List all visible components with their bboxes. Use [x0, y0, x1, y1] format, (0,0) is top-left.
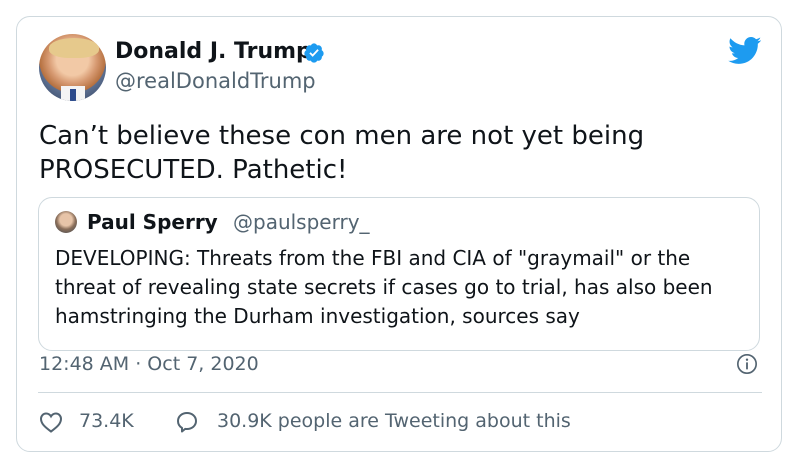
author-handle[interactable]: @realDonaldTrump	[115, 69, 316, 93]
actions-divider	[38, 392, 762, 393]
info-icon[interactable]	[736, 353, 758, 375]
quoted-text-line: hamstringing the Durham investigation, s…	[55, 304, 580, 328]
quoted-author-name: Paul Sperry	[87, 210, 218, 234]
twitter-bird-icon[interactable]	[728, 37, 762, 65]
tweet-timestamp[interactable]: 12:48 AM · Oct 7, 2020	[39, 353, 259, 375]
tweet-text-line: Can’t believe these con men are not yet …	[39, 121, 645, 151]
quoted-tweet-text: DEVELOPING: Threats from the FBI and CIA…	[55, 244, 751, 331]
like-count[interactable]: 73.4K	[79, 410, 134, 432]
tweet-card: Donald J. Trump @realDonaldTrump Can’t b…	[16, 16, 782, 452]
avatar-hair	[49, 38, 99, 58]
quoted-author-handle: @paulsperry_	[233, 210, 370, 234]
author-name[interactable]: Donald J. Trump	[115, 39, 312, 64]
quoted-text-line: DEVELOPING: Threats from the FBI and CIA…	[55, 246, 691, 270]
tweeting-about-text[interactable]: 30.9K people are Tweeting about this	[217, 410, 571, 432]
heart-icon[interactable]	[39, 411, 63, 433]
author-avatar[interactable]	[39, 34, 106, 101]
verified-badge-icon	[304, 43, 324, 63]
speech-bubble-icon[interactable]	[175, 410, 199, 434]
quoted-tweet[interactable]: Paul Sperry @paulsperry_ DEVELOPING: Thr…	[38, 197, 760, 351]
avatar-tie	[70, 89, 76, 101]
tweet-text-line: PROSECUTED. Pathetic!	[39, 155, 348, 185]
tweet-text: Can’t believe these con men are not yet …	[39, 119, 759, 187]
quoted-author-avatar	[55, 211, 77, 233]
quoted-text-line: threat of revealing state secrets if cas…	[55, 275, 713, 299]
